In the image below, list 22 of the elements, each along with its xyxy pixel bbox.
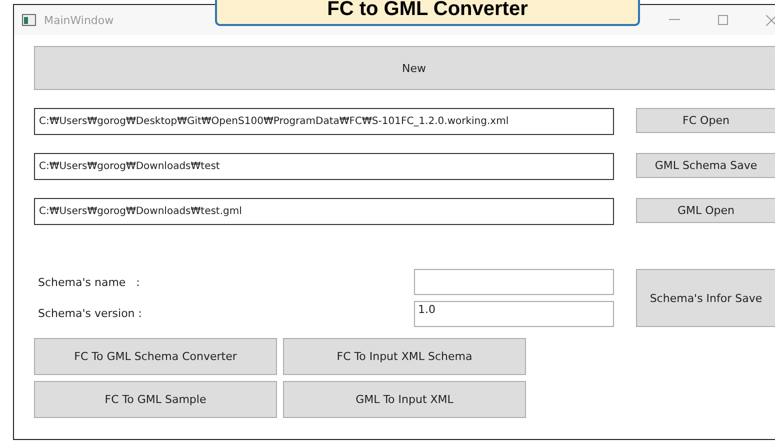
- file-button[interactable]: FC Open: [636, 108, 775, 133]
- maximize-icon[interactable]: [718, 15, 728, 25]
- field-label: Schema's name :: [37, 276, 141, 289]
- app-icon: [22, 14, 36, 26]
- file-button[interactable]: GML Open: [636, 198, 775, 223]
- window-title: MainWindow: [44, 14, 114, 26]
- convert-button[interactable]: GML To Input XML: [283, 381, 526, 418]
- path-field[interactable]: C:₩Users₩gorog₩Downloads₩test.gml: [34, 198, 614, 225]
- file-button[interactable]: GML Schema Save: [636, 153, 775, 178]
- convert-button[interactable]: FC To GML Sample: [34, 381, 277, 418]
- schema-save-button[interactable]: Schema's Infor Save: [636, 269, 775, 327]
- title-banner: FC to GML Converter: [215, 0, 640, 26]
- schema-field[interactable]: [414, 269, 614, 295]
- new-button[interactable]: New: [34, 46, 775, 90]
- close-icon[interactable]: [766, 14, 775, 26]
- field-label: Schema's version :: [37, 307, 143, 320]
- minimize-icon[interactable]: [669, 19, 680, 21]
- path-field[interactable]: C:₩Users₩gorog₩Desktop₩Git₩OpenS100₩ProgramData₩FC₩S-101FC_1.2.0.working.xml: [34, 108, 614, 135]
- convert-button[interactable]: FC To GML Schema Converter: [34, 338, 277, 375]
- path-field[interactable]: C:₩Users₩gorog₩Downloads₩test: [34, 153, 614, 180]
- schema-field[interactable]: 1.0: [414, 300, 614, 326]
- convert-button[interactable]: FC To Input XML Schema: [283, 338, 526, 375]
